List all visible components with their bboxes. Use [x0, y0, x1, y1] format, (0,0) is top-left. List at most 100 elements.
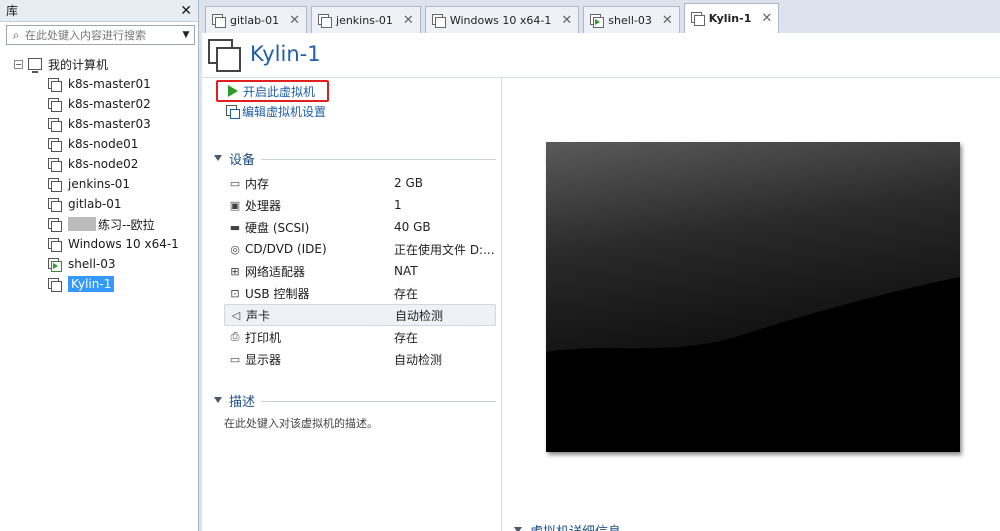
- vm-icon: [48, 217, 62, 232]
- tree-item-label: k8s-master01: [68, 77, 151, 91]
- tab-4[interactable]: Kylin-1 ✕: [683, 3, 780, 33]
- library-search-box[interactable]: ⌕ ▼: [6, 25, 195, 45]
- tab-close-icon[interactable]: ✕: [761, 11, 772, 26]
- power-on-vm-button[interactable]: 开启此虚拟机: [216, 80, 329, 102]
- vm-details-section-header[interactable]: 虚拟机详细信息: [514, 521, 621, 531]
- tree-item[interactable]: 练习--欧拉: [0, 214, 198, 234]
- vm-icon: [212, 13, 226, 28]
- tab-label: Kylin-1: [708, 12, 752, 25]
- library-tree: − 我的计算机 k8s-master01 k8s-master02 k8s-mast…: [0, 54, 198, 294]
- device-row[interactable]: ⊞ 网络适配器 NAT: [224, 260, 496, 282]
- vm-icon: [431, 13, 446, 28]
- section-rule: [261, 159, 496, 160]
- device-name: 显示器: [245, 352, 282, 367]
- tree-item-label: shell-03: [68, 257, 116, 271]
- edit-settings-icon: [226, 105, 240, 119]
- device-name: USB 控制器: [245, 286, 310, 301]
- tree-item-label: k8s-master03: [68, 117, 151, 131]
- vm-running-icon: [590, 13, 605, 28]
- library-search-input[interactable]: [25, 28, 178, 42]
- device-name-cell: ▭ 显示器: [227, 351, 394, 368]
- tab-close-icon[interactable]: ✕: [662, 13, 673, 28]
- tab-label: jenkins-01: [336, 13, 393, 27]
- library-close-icon[interactable]: ✕: [180, 3, 192, 19]
- tab-0[interactable]: gitlab-01 ✕: [205, 6, 308, 33]
- tab-close-icon[interactable]: ✕: [561, 13, 572, 28]
- device-row[interactable]: ⎙ 打印机 存在: [224, 326, 496, 348]
- device-name: 硬盘 (SCSI): [245, 220, 310, 235]
- section-rule: [261, 401, 496, 402]
- device-name-cell: ▣ 处理器: [227, 197, 394, 214]
- vm-icon: [48, 137, 62, 152]
- collapse-arrow-icon: [214, 397, 222, 403]
- device-row[interactable]: ▬ 硬盘 (SCSI) 40 GB: [224, 216, 496, 238]
- devices-list: ▭ 内存 2 GB ▣ 处理器 1 ▬ 硬盘 (SCSI) 40 GB ◎ CD/DVD (IDE)…: [224, 172, 496, 370]
- description-section: 描述 在此处键入对该虚拟机的描述。: [214, 391, 496, 431]
- tree-item[interactable]: k8s-node02: [0, 154, 198, 174]
- tree-item[interactable]: shell-03: [0, 254, 198, 274]
- tab-label: Windows 10 x64-1: [449, 13, 552, 27]
- power-on-label: 开启此虚拟机: [243, 84, 316, 99]
- tree-item-label: Kylin-1: [68, 276, 115, 292]
- devices-section-header[interactable]: 设备: [214, 149, 496, 168]
- printer-icon: ⎙: [230, 330, 240, 343]
- tab-close-icon[interactable]: ✕: [289, 13, 300, 28]
- vm-icon: [48, 117, 62, 132]
- devices-section: 设备 ▭ 内存 2 GB ▣ 处理器 1 ▬ 硬盘 (SCSI) 40 GB ◎ CD/DVD (I…: [214, 149, 496, 370]
- description-section-header[interactable]: 描述: [214, 391, 496, 410]
- collapse-arrow-icon: [214, 155, 222, 161]
- device-value: 2 GB: [394, 176, 423, 190]
- device-name: 内存: [245, 176, 270, 191]
- vm-screen-preview[interactable]: [546, 142, 960, 452]
- description-placeholder[interactable]: 在此处键入对该虚拟机的描述。: [224, 415, 496, 431]
- tree-item-label: 练习--欧拉: [98, 217, 155, 232]
- device-name-cell: ◁ 声卡: [228, 307, 395, 324]
- vm-details-title: 虚拟机详细信息: [530, 521, 621, 531]
- device-row[interactable]: ▭ 内存 2 GB: [224, 172, 496, 194]
- device-row[interactable]: ▭ 显示器 自动检测: [224, 348, 496, 370]
- tab-bar: gitlab-01 ✕ jenkins-01 ✕ Windows 10 x64-1 ✕ sh…: [202, 0, 1000, 33]
- library-panel: 库 ✕ ⌕ ▼ − 我的计算机 k8s-master01 k8s-master02…: [0, 0, 199, 531]
- edit-vm-settings-link[interactable]: 编辑虚拟机设置: [216, 103, 329, 120]
- tree-item[interactable]: k8s-master01: [0, 74, 198, 94]
- hdd-icon: ▬: [229, 220, 241, 234]
- tree-item[interactable]: k8s-node01: [0, 134, 198, 154]
- device-value: 自动检测: [395, 308, 444, 323]
- tab-2[interactable]: Windows 10 x64-1 ✕: [424, 6, 580, 33]
- tab-3[interactable]: shell-03 ✕: [583, 6, 680, 33]
- device-row[interactable]: ▣ 处理器 1: [224, 194, 496, 216]
- search-icon: ⌕: [12, 27, 20, 42]
- tree-item[interactable]: Windows 10 x64-1: [0, 234, 198, 254]
- vm-icon: [48, 197, 62, 212]
- tree-item[interactable]: Kylin-1: [0, 274, 198, 294]
- vm-running-icon: [48, 257, 62, 272]
- tree-item[interactable]: k8s-master02: [0, 94, 198, 114]
- tree-item-label: Windows 10 x64-1: [68, 237, 179, 251]
- device-row[interactable]: ⊡ USB 控制器 存在: [224, 282, 496, 304]
- tree-item[interactable]: jenkins-01: [0, 174, 198, 194]
- device-name: 声卡: [246, 308, 271, 323]
- tree-item[interactable]: k8s-master03: [0, 114, 198, 134]
- search-dropdown-chevron-icon[interactable]: ▼: [178, 26, 194, 44]
- device-name-cell: ⊡ USB 控制器: [227, 285, 394, 302]
- vm-icon: [48, 277, 62, 292]
- tree-item-label: k8s-master02: [68, 97, 151, 111]
- device-row[interactable]: ◁ 声卡 自动检测: [224, 304, 496, 326]
- device-name-cell: ⊞ 网络适配器: [227, 263, 394, 280]
- vm-actions: 开启此虚拟机 编辑虚拟机设置: [216, 80, 329, 120]
- device-row[interactable]: ◎ CD/DVD (IDE) 正在使用文件 D:...: [224, 238, 496, 260]
- tree-root-my-computer[interactable]: − 我的计算机: [0, 54, 198, 74]
- vm-icon: [48, 157, 62, 172]
- collapse-icon[interactable]: −: [14, 59, 23, 69]
- cpu-icon: ▣: [229, 198, 241, 212]
- vm-icon: [48, 97, 62, 112]
- library-title: 库: [6, 4, 19, 18]
- vm-icon: [48, 237, 62, 252]
- tab-1[interactable]: jenkins-01 ✕: [311, 6, 421, 33]
- vm-summary-page: Kylin-1 开启此虚拟机 编辑虚拟机设置 设备 ▭ 内存 2 GB ▣ 处理…: [202, 33, 1000, 531]
- device-value: 40 GB: [394, 220, 431, 234]
- device-name-cell: ⎙ 打印机: [227, 329, 394, 346]
- tree-item[interactable]: gitlab-01: [0, 194, 198, 214]
- tab-close-icon[interactable]: ✕: [403, 13, 414, 28]
- usb-icon: ⊡: [230, 286, 240, 300]
